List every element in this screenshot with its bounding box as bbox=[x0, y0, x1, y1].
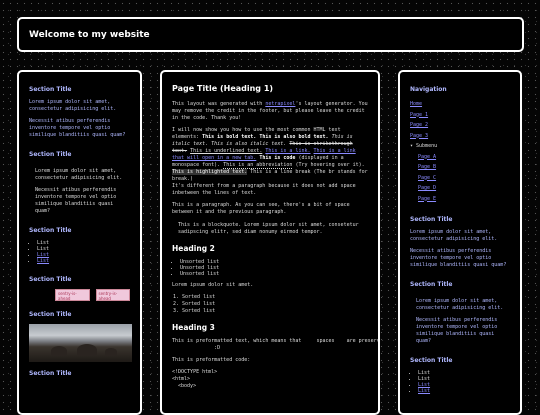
left-section-title-6: Section Title bbox=[29, 370, 72, 377]
intro-text: This layout was generated with bbox=[172, 101, 266, 107]
nav-item-page-c[interactable]: Page C bbox=[418, 173, 510, 184]
right-section-text: Necessit atibus perferendis inventore te… bbox=[416, 317, 498, 344]
list-item: Sorted list bbox=[182, 301, 368, 308]
right-sidebar: Navigation Home Page 1 Page 2 Page 3 ▾ S… bbox=[398, 70, 522, 415]
right-section-title-3: Section Title bbox=[410, 357, 453, 364]
list-link[interactable]: List bbox=[418, 388, 510, 394]
nav-link[interactable]: Page 1 bbox=[410, 112, 428, 118]
site-header: Welcome to my website bbox=[17, 17, 524, 52]
right-section-title-2: Section Title bbox=[410, 281, 453, 288]
ribbon-badge[interactable]: sentry-is-ahead bbox=[55, 289, 90, 301]
nav-item-page-e[interactable]: Page E bbox=[418, 194, 510, 205]
heading-2: Heading 2 bbox=[172, 244, 215, 253]
nav-link[interactable]: Page A bbox=[418, 154, 436, 160]
code-text: This is code bbox=[259, 155, 296, 161]
code-block: <!DOCTYPE html> <html> <body> bbox=[172, 369, 218, 389]
submenu-list: Page A Page B Page C Page D Page E bbox=[410, 152, 510, 205]
nav-item-page-d[interactable]: Page D bbox=[418, 183, 510, 194]
nav-link[interactable]: Page 3 bbox=[410, 133, 428, 139]
text: It's different from a paragraph because … bbox=[172, 183, 356, 196]
right-section-title-1: Section Title bbox=[410, 216, 453, 223]
landscape-image bbox=[29, 324, 132, 362]
rock-shape bbox=[105, 348, 117, 356]
right-list: List List List List bbox=[410, 370, 510, 394]
left-section-text: Necessit atibus perferendis inventore te… bbox=[29, 118, 126, 138]
bold-text: This is also bold text. bbox=[259, 134, 329, 140]
nav-submenu[interactable]: ▾ Submenu Page A Page B Page C Page D Pa… bbox=[410, 141, 510, 204]
preformatted-text: This is preformatted text, which means t… bbox=[172, 338, 380, 351]
list-item: Sorted list bbox=[182, 308, 368, 315]
button-badges: sentry-is-ahead sentry-is-ahead bbox=[55, 289, 130, 301]
rock-shape bbox=[51, 346, 67, 356]
italic-text: This is also italic text. bbox=[211, 141, 287, 147]
right-section-text: Necessit atibus perferendis inventore te… bbox=[410, 248, 507, 268]
highlighted-text: This is highlighted text. bbox=[172, 169, 248, 175]
lorem-text: Lorem ipsum dolor sit amet. bbox=[172, 282, 254, 288]
left-list: List List List List bbox=[29, 240, 130, 264]
list-link-text[interactable]: List bbox=[418, 388, 430, 394]
example-link[interactable]: This is a link. bbox=[265, 148, 310, 154]
credit-link[interactable]: netrapixel bbox=[265, 101, 295, 107]
rock-shape bbox=[77, 344, 97, 356]
right-section-text: Lorem ipsum dolor sit amet, consectetur … bbox=[416, 298, 504, 311]
nav-link[interactable]: Home bbox=[410, 101, 422, 107]
bold-text: This is bold text. bbox=[202, 134, 257, 140]
ribbon-badge[interactable]: sentry-is-ahead bbox=[95, 289, 130, 301]
nav-menu: Home Page 1 Page 2 Page 3 ▾ Submenu Page… bbox=[410, 99, 510, 204]
nav-item-page-a[interactable]: Page A bbox=[418, 152, 510, 163]
underlined-text: This is underlined text. bbox=[190, 148, 263, 154]
paragraph: This is a paragraph. As you can see, the… bbox=[172, 202, 350, 215]
text: (Try hovering over it). bbox=[292, 162, 365, 168]
elements-paragraph: I will now show you how to use the most … bbox=[172, 127, 368, 197]
intro-paragraph: This layout was generated with netrapixe… bbox=[172, 101, 368, 122]
submenu-label[interactable]: Submenu bbox=[416, 143, 437, 149]
nav-link[interactable]: Page E bbox=[418, 196, 436, 202]
list-item: Sorted list bbox=[182, 294, 368, 301]
right-section-text: Lorem ipsum dolor sit amet, consectetur … bbox=[410, 229, 498, 242]
nav-link[interactable]: Page B bbox=[418, 164, 436, 170]
nav-title: Navigation bbox=[410, 86, 447, 93]
left-section-text: Lorem ipsum dolor sit amet, consectetur … bbox=[29, 99, 117, 112]
main-content: Page Title (Heading 1) This layout was g… bbox=[160, 70, 380, 415]
left-section-title-4: Section Title bbox=[29, 276, 72, 283]
heading-3: Heading 3 bbox=[172, 323, 215, 332]
left-section-title-2: Section Title bbox=[29, 151, 72, 158]
nav-item-home[interactable]: Home bbox=[410, 99, 510, 110]
list-link-text[interactable]: List bbox=[37, 258, 49, 264]
left-section-title-5: Section Title bbox=[29, 311, 72, 318]
left-section-text: Necessit atibus perferendis inventore te… bbox=[35, 187, 117, 214]
nav-item-page-1[interactable]: Page 1 bbox=[410, 110, 510, 121]
nav-item-page-2[interactable]: Page 2 bbox=[410, 120, 510, 131]
nav-link[interactable]: Page C bbox=[418, 175, 436, 181]
nav-item-page-b[interactable]: Page B bbox=[418, 162, 510, 173]
nav-link[interactable]: Page 2 bbox=[410, 122, 428, 128]
blockquote: This is a blockquote. Lorem ipsum dolor … bbox=[178, 222, 359, 235]
left-section-title-3: Section Title bbox=[29, 227, 72, 234]
abbreviation[interactable]: This is an abbreviation bbox=[223, 162, 293, 169]
page-title: Page Title (Heading 1) bbox=[172, 84, 274, 93]
unsorted-list: Unsorted list Unsorted list Unsorted lis… bbox=[172, 259, 368, 277]
left-section-title-1: Section Title bbox=[29, 86, 72, 93]
left-sidebar: Section Title Lorem ipsum dolor sit amet… bbox=[17, 70, 142, 415]
nav-link[interactable]: Page D bbox=[418, 185, 436, 191]
nav-item-page-3[interactable]: Page 3 bbox=[410, 131, 510, 142]
list-link[interactable]: List bbox=[37, 258, 130, 264]
list-item: Unsorted list bbox=[180, 271, 368, 277]
site-title: Welcome to my website bbox=[29, 30, 150, 40]
preformatted-label: This is preformatted code: bbox=[172, 357, 251, 363]
sorted-list: Sorted list Sorted list Sorted list bbox=[172, 294, 368, 315]
left-section-text: Lorem ipsum dolor sit amet, consectetur … bbox=[35, 168, 123, 181]
